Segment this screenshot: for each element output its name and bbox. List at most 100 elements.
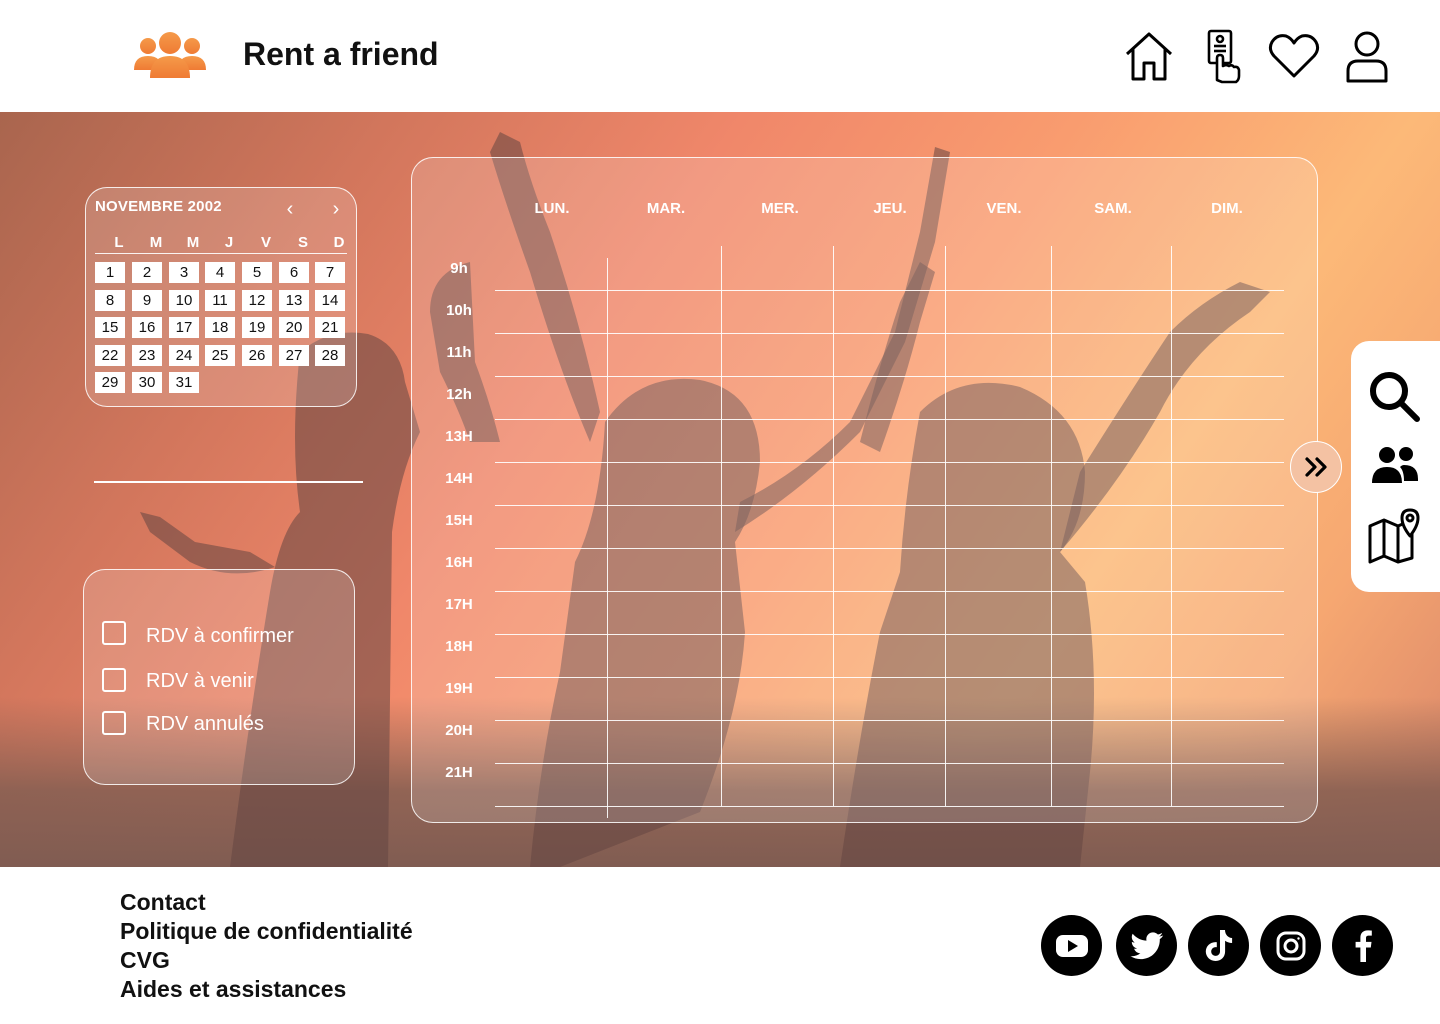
day-gridline bbox=[833, 246, 834, 806]
hour-gridline bbox=[495, 376, 1284, 377]
checkbox[interactable] bbox=[102, 667, 126, 692]
weekday-label: L bbox=[114, 234, 124, 251]
hour-gridline bbox=[495, 419, 1284, 420]
brand-name: Rent a friend bbox=[243, 36, 439, 72]
home-icon[interactable] bbox=[1121, 28, 1177, 84]
weekday-label: D bbox=[333, 234, 345, 251]
calendar-day[interactable]: 6 bbox=[279, 262, 309, 283]
hour-label: 11h bbox=[446, 344, 472, 361]
hour-label: 15H bbox=[445, 512, 473, 529]
map-pin-icon[interactable] bbox=[1365, 505, 1425, 565]
calendar-day[interactable]: 22 bbox=[95, 344, 125, 366]
calendar-day[interactable]: 2 bbox=[132, 262, 162, 283]
search-icon[interactable] bbox=[1365, 367, 1425, 427]
hour-label: 21H bbox=[445, 764, 473, 781]
hour-gridline bbox=[495, 462, 1284, 463]
hour-gridline bbox=[495, 634, 1284, 635]
footer: Contact Politique de confidentialité CVG… bbox=[0, 867, 1440, 1024]
day-column-header: JEU. bbox=[873, 200, 907, 217]
youtube-icon[interactable] bbox=[1041, 915, 1102, 976]
user-icon[interactable] bbox=[1339, 28, 1395, 84]
day-gridline bbox=[721, 246, 722, 806]
calendar-day[interactable]: 1 bbox=[95, 262, 125, 283]
filter-rdv-to-confirm[interactable]: RDV à confirmer bbox=[102, 617, 294, 648]
calendar-day[interactable]: 8 bbox=[95, 289, 125, 311]
hour-gridline bbox=[495, 505, 1284, 506]
weekday-label: V bbox=[260, 234, 271, 251]
hour-label: 13H bbox=[445, 428, 473, 445]
twitter-icon[interactable] bbox=[1116, 915, 1177, 976]
calendar-day[interactable]: 21 bbox=[315, 317, 345, 338]
facebook-icon[interactable] bbox=[1332, 915, 1393, 976]
hour-label: 20H bbox=[445, 722, 473, 739]
calendar-day[interactable]: 27 bbox=[279, 344, 309, 366]
instagram-icon[interactable] bbox=[1260, 915, 1321, 976]
calendar-day[interactable]: 12 bbox=[242, 289, 272, 311]
double-chevron-right-icon bbox=[1305, 457, 1327, 477]
calendar-day[interactable]: 18 bbox=[205, 317, 235, 338]
filter-label: RDV à venir bbox=[146, 670, 254, 692]
calendar-day[interactable]: 28 bbox=[315, 344, 345, 366]
calendar-day[interactable]: 16 bbox=[132, 317, 162, 338]
divider bbox=[94, 481, 363, 483]
next-month-button[interactable]: › bbox=[325, 198, 347, 220]
footer-link-contact[interactable]: Contact bbox=[120, 889, 206, 916]
calendar-day[interactable]: 11 bbox=[205, 289, 235, 311]
day-gridline bbox=[1171, 246, 1172, 806]
calendar-day[interactable]: 20 bbox=[279, 317, 309, 338]
day-column-header: MAR. bbox=[646, 200, 686, 217]
filter-rdv-cancelled[interactable]: RDV annulés bbox=[102, 709, 264, 736]
hour-label: 18H bbox=[445, 638, 473, 655]
next-week-button[interactable] bbox=[1290, 441, 1342, 493]
calendar-day[interactable]: 25 bbox=[205, 344, 235, 366]
calendar-day[interactable]: 10 bbox=[169, 289, 199, 311]
calendar-day[interactable]: 14 bbox=[315, 289, 345, 311]
friends-icon[interactable] bbox=[1365, 435, 1425, 495]
hour-gridline bbox=[495, 677, 1284, 678]
calendar-day[interactable]: 29 bbox=[95, 372, 125, 393]
hour-label: 9h bbox=[450, 260, 468, 277]
weekly-schedule: LUN. MAR. MER. JEU. VEN. SAM. DIM. 9h 10h 11h 12h 1… bbox=[411, 157, 1318, 823]
calendar-day[interactable]: 4 bbox=[205, 262, 235, 283]
filter-rdv-upcoming[interactable]: RDV à venir bbox=[102, 666, 254, 693]
calendar-day[interactable]: 7 bbox=[315, 262, 345, 283]
footer-link-privacy[interactable]: Politique de confidentialité bbox=[120, 918, 413, 945]
day-gridline bbox=[1051, 246, 1052, 806]
checkbox[interactable] bbox=[102, 710, 126, 735]
hour-gridline bbox=[495, 333, 1284, 334]
hour-gridline bbox=[495, 763, 1284, 764]
hour-label: 12h bbox=[446, 386, 472, 403]
calendar-day[interactable]: 3 bbox=[169, 262, 199, 283]
hour-gridline bbox=[495, 806, 1284, 807]
calendar-day[interactable]: 9 bbox=[132, 289, 162, 311]
weekday-label: J bbox=[224, 234, 234, 251]
day-gridline bbox=[945, 246, 946, 806]
footer-link-help[interactable]: Aides et assistances bbox=[120, 976, 346, 1003]
checkbox[interactable] bbox=[102, 620, 126, 645]
filter-label: RDV à confirmer bbox=[146, 625, 294, 647]
prev-month-button[interactable]: ‹ bbox=[279, 198, 301, 220]
hero-background: NOVEMBRE 2002 ‹ › LMMJVSD 1 2 3 4 5 6 7 8 9 10 11 1… bbox=[0, 112, 1440, 867]
tiktok-icon[interactable] bbox=[1188, 915, 1249, 976]
appointment-filters: RDV à confirmer RDV à venir RDV annulés bbox=[83, 569, 355, 785]
hour-gridline bbox=[495, 720, 1284, 721]
day-column-header: SAM. bbox=[1094, 200, 1132, 217]
people-group-icon[interactable] bbox=[132, 30, 208, 82]
footer-link-cvg[interactable]: CVG bbox=[120, 947, 170, 974]
day-column-header: MER. bbox=[761, 200, 799, 217]
calendar-day[interactable]: 30 bbox=[132, 372, 162, 393]
tap-card-icon[interactable] bbox=[1195, 28, 1251, 84]
weekday-label: M bbox=[149, 234, 163, 251]
heart-icon[interactable] bbox=[1266, 28, 1322, 84]
hour-label: 19H bbox=[445, 680, 473, 697]
calendar-day[interactable]: 17 bbox=[169, 317, 199, 338]
calendar-day[interactable]: 13 bbox=[279, 289, 309, 311]
weekday-label: S bbox=[297, 234, 308, 251]
calendar-day[interactable]: 26 bbox=[242, 344, 272, 366]
calendar-day[interactable]: 5 bbox=[242, 262, 272, 283]
calendar-day[interactable]: 23 bbox=[132, 344, 162, 366]
calendar-day[interactable]: 15 bbox=[95, 317, 125, 338]
calendar-day[interactable]: 31 bbox=[169, 372, 199, 393]
calendar-day[interactable]: 19 bbox=[242, 317, 272, 338]
calendar-day[interactable]: 24 bbox=[169, 344, 199, 366]
